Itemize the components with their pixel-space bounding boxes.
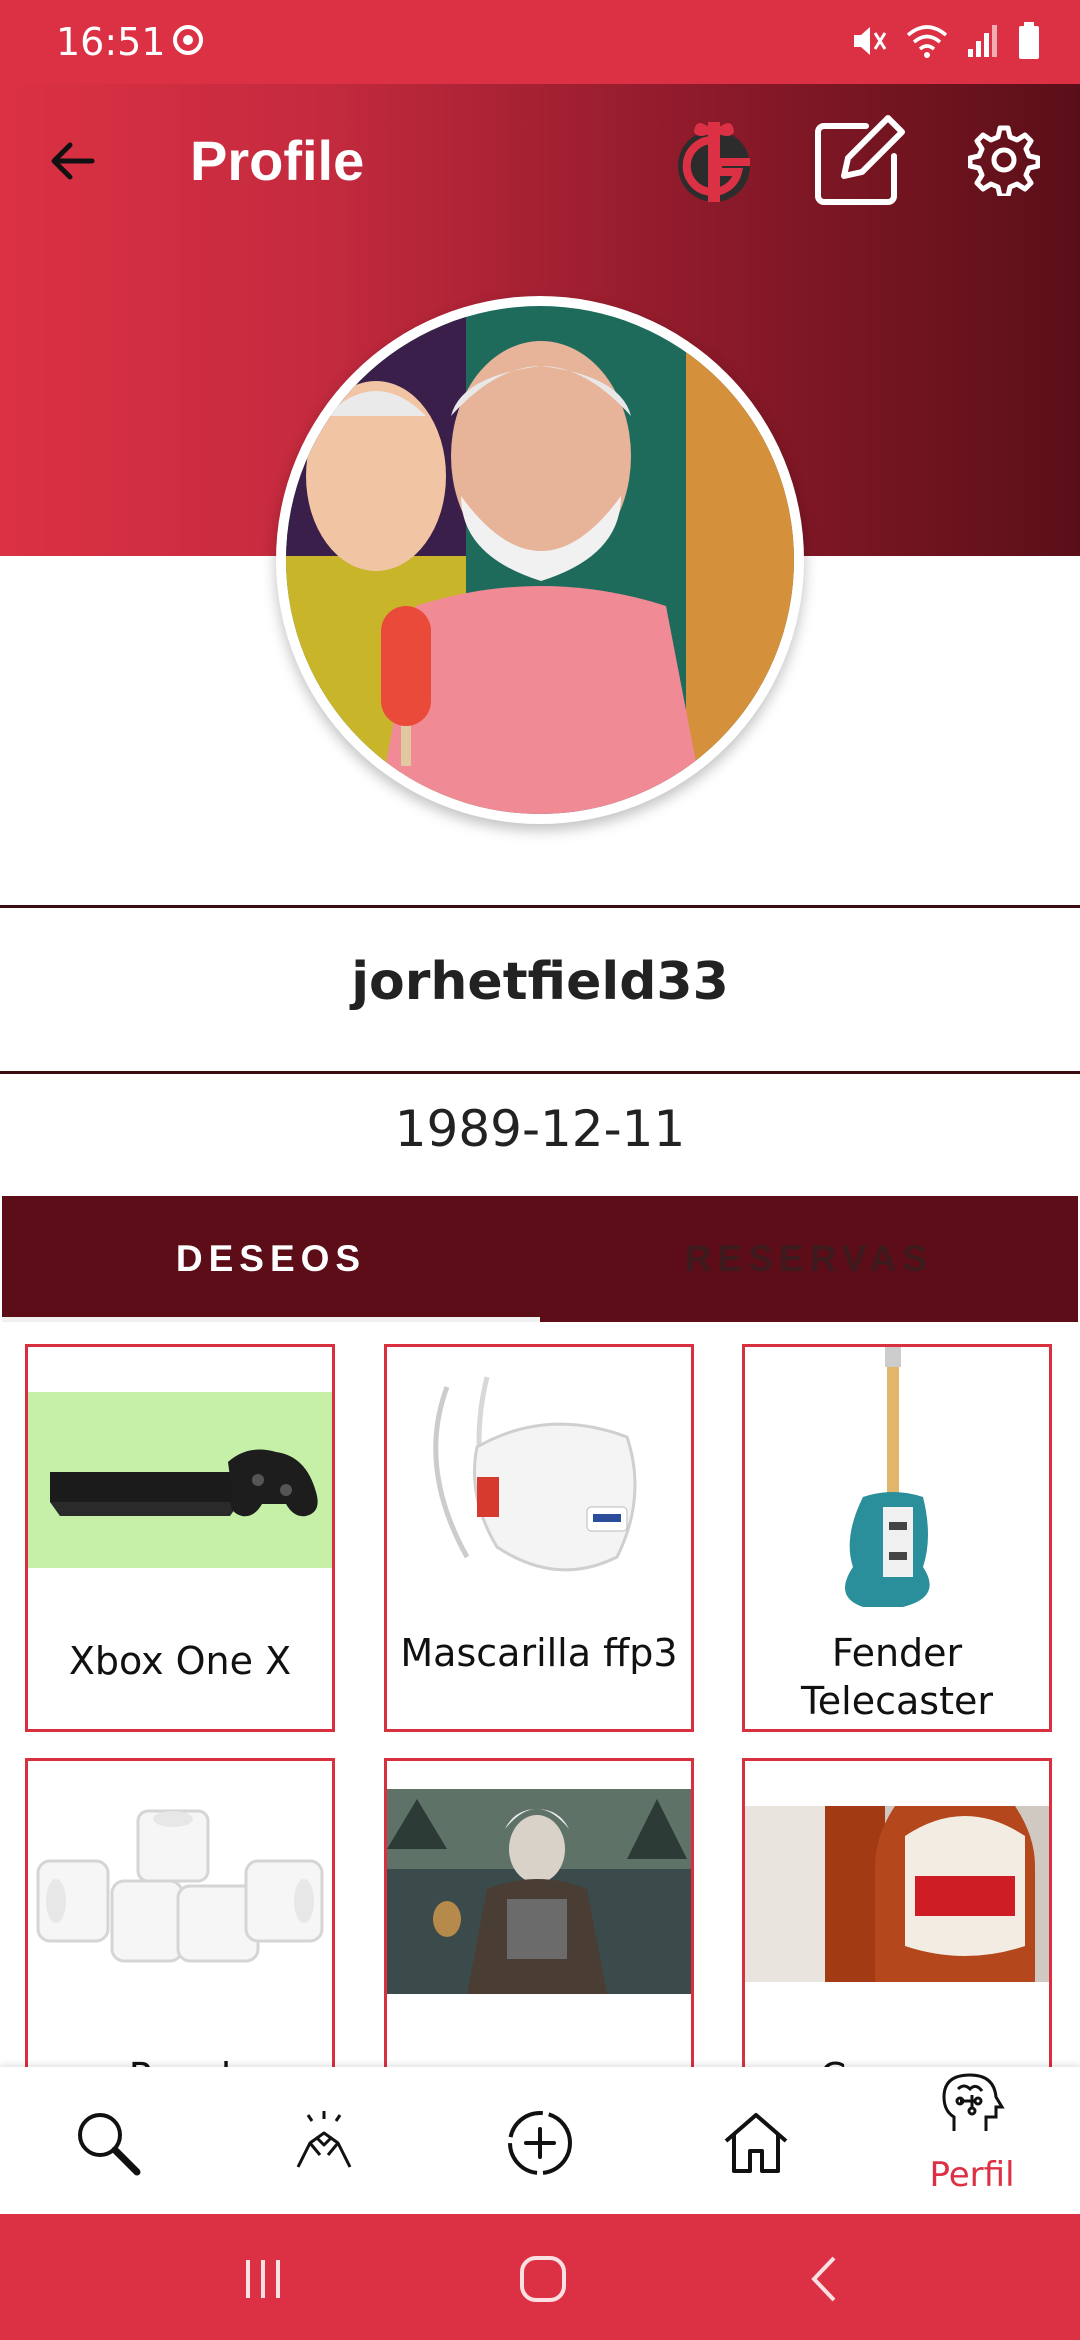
edit-icon[interactable] (812, 112, 908, 208)
home-button-icon[interactable] (508, 2244, 578, 2314)
back-arrow-icon[interactable] (40, 129, 104, 193)
wish-card-game[interactable] (384, 1758, 694, 2067)
status-icons (850, 22, 1040, 60)
add-circle-icon (508, 2111, 572, 2175)
wish-card-beer[interactable]: Cerveza (742, 1758, 1052, 2067)
wifi-icon (906, 25, 948, 58)
electric-guitar-image (745, 1347, 1049, 1612)
wish-item-name: Fender Telecaster (801, 1631, 993, 1723)
wish-card-guitar[interactable]: Fender Telecaster (742, 1344, 1052, 1732)
tab-bar: DESEOS RESERVAS (2, 1196, 1078, 1322)
toilet-paper-image (28, 1791, 332, 1991)
witcher-game-image (387, 1789, 691, 1994)
nav-profile[interactable]: Perfil (864, 2067, 1080, 2214)
recent-apps-icon[interactable] (228, 2244, 298, 2314)
profile-photo (286, 306, 794, 814)
wish-item-name: Mascarilla ffp3 (400, 1631, 678, 1675)
wish-item-name: Xbox One X (68, 1639, 292, 1683)
divider (0, 1071, 1080, 1074)
page-title: Profile (190, 129, 365, 192)
nav-deals[interactable] (216, 2067, 432, 2214)
back-button-icon[interactable] (790, 2244, 860, 2314)
nav-search[interactable] (0, 2067, 216, 2214)
settings-gear-icon[interactable] (968, 124, 1040, 196)
battery-icon (1019, 22, 1039, 59)
face-mask-image (387, 1357, 691, 1587)
divider (0, 905, 1080, 908)
search-icon (78, 2113, 141, 2176)
nav-home[interactable] (648, 2067, 864, 2214)
status-time: 16:51 (56, 20, 166, 64)
brain-profile-icon (942, 2073, 1005, 2131)
system-navigation-bar (0, 2214, 1080, 2340)
gift-logo-icon[interactable] (668, 114, 760, 206)
nav-add[interactable] (432, 2067, 648, 2214)
tab-reservas[interactable]: RESERVAS (540, 1196, 1078, 1322)
handshake-icon (296, 2111, 352, 2168)
birthdate: 1989-12-11 (394, 1100, 686, 1158)
beer-bottles-image (745, 1806, 1049, 1982)
bottom-nav: Perfil (0, 2067, 1080, 2214)
wish-item-name: Papel (28, 2053, 332, 2067)
wish-card-paper[interactable]: Papel (25, 1758, 335, 2067)
wish-item-name: Cerveza (745, 2053, 1049, 2067)
avatar[interactable] (276, 296, 804, 824)
signal-icon (968, 25, 997, 57)
home-icon (724, 2113, 788, 2173)
wish-card-xbox[interactable]: Xbox One X (25, 1344, 335, 1732)
wishlist-grid: Xbox One X Mascarilla ffp3 Fender Teleca… (0, 1322, 1080, 2067)
sync-icon (173, 25, 203, 55)
nav-profile-label: Perfil (929, 2155, 1015, 2195)
xbox-console-image (28, 1392, 332, 1568)
mute-icon (854, 27, 887, 55)
username: jorhetfield33 (351, 952, 729, 1012)
wish-card-mask[interactable]: Mascarilla ffp3 (384, 1344, 694, 1732)
status-bar: 16:51 (0, 0, 1080, 84)
tab-deseos[interactable]: DESEOS (2, 1196, 540, 1322)
